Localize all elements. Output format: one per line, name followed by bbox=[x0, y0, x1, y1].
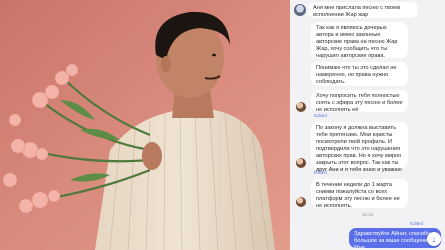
message-timestamp: 18:33 bbox=[361, 212, 374, 217]
photo-panel bbox=[0, 0, 290, 250]
chat-panel[interactable]: Аня мне прислала песню с твоем исполнени… bbox=[290, 0, 445, 250]
message-bubble-quote[interactable]: Аня мне прислала песню с твоем исполнени… bbox=[308, 2, 418, 18]
edited-label: Edited bbox=[314, 113, 327, 118]
edited-label: Edited bbox=[314, 170, 327, 175]
sender-avatar[interactable] bbox=[296, 102, 306, 112]
sender-avatar[interactable] bbox=[294, 4, 306, 16]
sender-avatar[interactable] bbox=[296, 197, 306, 207]
message-bubble[interactable]: Хочу попросить тебя полностью снять с эф… bbox=[311, 90, 408, 113]
edited-label: Edited bbox=[410, 221, 423, 226]
message-bubble[interactable]: Понимаю что ты это сделал не намеренно, … bbox=[311, 62, 408, 86]
sender-avatar[interactable] bbox=[296, 158, 306, 168]
man-with-flowers-image bbox=[0, 0, 290, 250]
message-bubble[interactable]: По закону я должна выставить тебе претен… bbox=[311, 122, 408, 173]
message-bubble[interactable]: Так как я являюсь дочерью автора и имею … bbox=[311, 22, 408, 59]
arrow-down-icon[interactable]: ↓ bbox=[427, 232, 441, 246]
message-bubble[interactable]: В течении недели до 1 марта снимки пожал… bbox=[311, 179, 408, 209]
